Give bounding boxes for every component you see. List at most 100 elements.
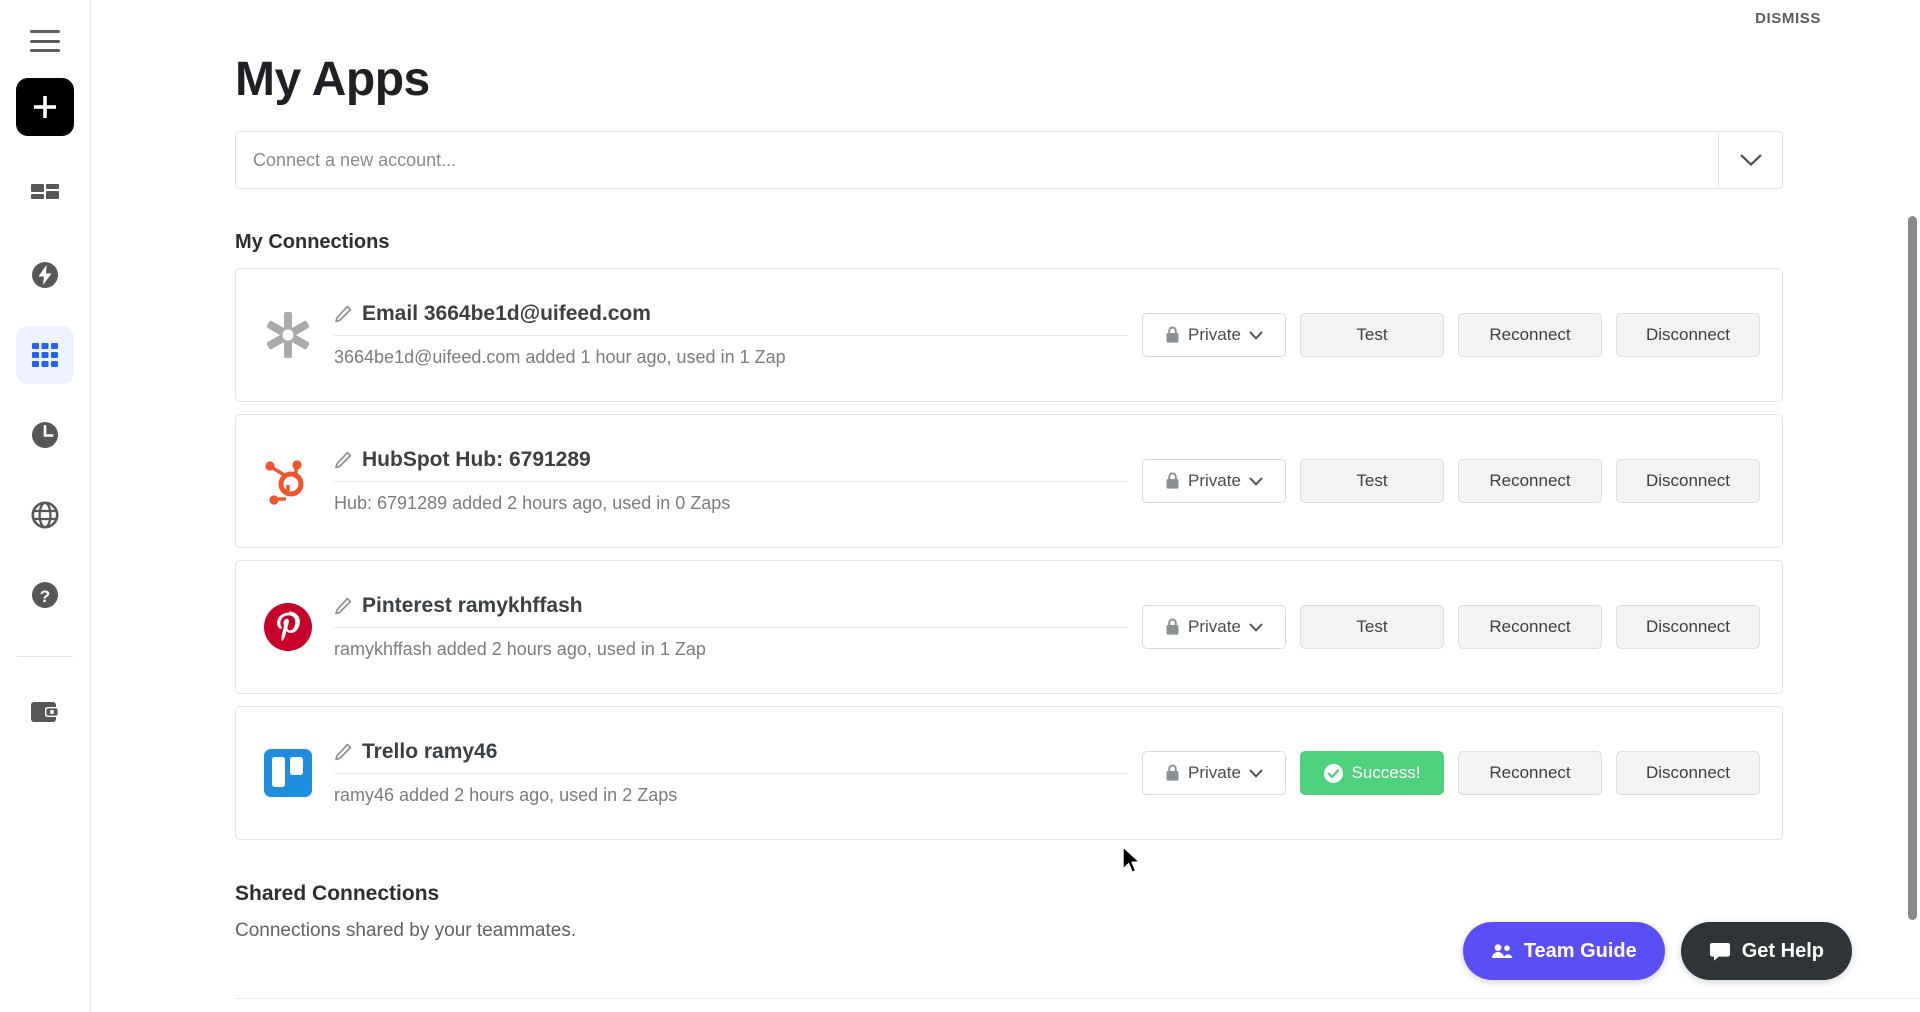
connection-actions: Private Test Reconnect Disconnect <box>1142 605 1760 649</box>
connection-actions: Private Test Reconnect Disconnect <box>1142 313 1760 357</box>
page-scrollbar-thumb[interactable] <box>1908 216 1917 920</box>
shared-connections-heading: Shared Connections <box>235 882 440 905</box>
my-connections-heading: My Connections <box>235 231 390 253</box>
check-circle-icon <box>1323 763 1343 783</box>
visibility-label: Private <box>1188 763 1241 782</box>
sidebar-item-apps[interactable] <box>16 326 74 384</box>
hamburger-menu-icon[interactable] <box>30 30 60 52</box>
connection-info: Trello ramy46 ramy46 added 2 hours ago, u… <box>334 740 1142 806</box>
edit-connection-name-button[interactable] <box>334 743 352 761</box>
connection-card: Trello ramy46 ramy46 added 2 hours ago, u… <box>235 706 1783 840</box>
reconnect-button[interactable]: Reconnect <box>1458 605 1602 649</box>
disconnect-button[interactable]: Disconnect <box>1616 751 1760 795</box>
get-help-button[interactable]: Get Help <box>1680 922 1852 980</box>
trello-icon <box>264 749 312 797</box>
pencil-icon <box>335 305 352 323</box>
get-help-label: Get Help <box>1741 939 1824 962</box>
connection-info: Email 3664be1d@uifeed.com 3664be1d@uifeed… <box>334 302 1142 368</box>
reconnect-button-label: Reconnect <box>1489 617 1571 636</box>
page-scrollbar-track[interactable] <box>1904 0 1920 1012</box>
zap-bolt-icon <box>32 262 58 288</box>
people-icon <box>1491 944 1513 958</box>
connection-title-row: Pinterest ramykhffash <box>334 594 1128 628</box>
test-button[interactable]: Test <box>1300 459 1444 503</box>
connection-title: Email 3664be1d@uifeed.com <box>362 302 651 325</box>
visibility-dropdown[interactable]: Private <box>1142 751 1286 795</box>
connection-app-icon <box>260 307 316 363</box>
visibility-label: Private <box>1188 325 1241 344</box>
pencil-icon <box>335 451 352 469</box>
connect-new-account-placeholder: Connect a new account... <box>253 149 457 170</box>
sidebar-divider <box>17 656 73 657</box>
main-content: DISMISS My Apps Connect a new account...… <box>91 0 1920 1012</box>
connection-title: Pinterest ramykhffash <box>362 594 583 617</box>
disconnect-button-label: Disconnect <box>1645 325 1731 344</box>
lock-icon <box>1166 472 1179 489</box>
reconnect-button[interactable]: Reconnect <box>1458 313 1602 357</box>
reconnect-button[interactable]: Reconnect <box>1458 751 1602 795</box>
connection-subtitle: 3664be1d@uifeed.com added 1 hour ago, us… <box>334 347 786 367</box>
visibility-dropdown[interactable]: Private <box>1142 459 1286 503</box>
page-title: My Apps <box>235 53 430 106</box>
chevron-down-icon <box>1249 622 1263 632</box>
connection-app-icon <box>260 453 316 509</box>
connect-new-account-caret[interactable] <box>1718 132 1782 188</box>
disconnect-button[interactable]: Disconnect <box>1616 605 1760 649</box>
reconnect-button[interactable]: Reconnect <box>1458 459 1602 503</box>
connection-app-icon <box>260 745 316 801</box>
connection-subtitle: ramy46 added 2 hours ago, used in 2 Zaps <box>334 785 678 805</box>
edit-connection-name-button[interactable] <box>334 597 352 615</box>
connect-new-account-select[interactable]: Connect a new account... <box>235 131 1783 189</box>
visibility-dropdown[interactable]: Private <box>1142 605 1286 649</box>
reconnect-button-label: Reconnect <box>1489 471 1571 490</box>
connection-actions: Private Test Reconnect Disconnect <box>1142 459 1760 503</box>
lock-icon <box>1166 326 1179 343</box>
connection-subtitle: Hub: 6791289 added 2 hours ago, used in … <box>334 493 731 513</box>
connection-subtitle: ramykhffash added 2 hours ago, used in 1… <box>334 639 706 659</box>
wallet-icon <box>31 702 59 722</box>
team-guide-button[interactable]: Team Guide <box>1462 922 1665 980</box>
app-root: ? DISMISS My Apps Connect a new account.… <box>0 0 1920 1012</box>
disconnect-button[interactable]: Disconnect <box>1616 459 1760 503</box>
create-zap-button[interactable] <box>16 78 74 136</box>
reconnect-button-label: Reconnect <box>1489 325 1571 344</box>
page-content: My Apps Connect a new account... My Conn… <box>91 0 1920 942</box>
connection-card: HubSpot Hub: 6791289 Hub: 6791289 added 2… <box>235 414 1783 548</box>
connection-card: Pinterest ramykhffash ramykhffash added 2… <box>235 560 1783 694</box>
help-question-icon: ? <box>32 582 58 608</box>
connection-title-row: HubSpot Hub: 6791289 <box>334 448 1128 482</box>
sidebar-item-history[interactable] <box>16 406 74 464</box>
connection-info: Pinterest ramykhffash ramykhffash added 2… <box>334 594 1142 660</box>
chevron-down-icon <box>1249 476 1263 486</box>
disconnect-button-label: Disconnect <box>1645 471 1731 490</box>
chat-bubble-icon <box>1709 942 1730 961</box>
visibility-label: Private <box>1188 471 1241 490</box>
test-button[interactable]: Test <box>1300 605 1444 649</box>
reconnect-button-label: Reconnect <box>1489 763 1571 782</box>
left-nav-rail: ? <box>0 0 91 1012</box>
chevron-down-icon <box>1249 768 1263 778</box>
connection-title-row: Email 3664be1d@uifeed.com <box>334 302 1128 336</box>
visibility-label: Private <box>1188 617 1241 636</box>
sidebar-item-zaps[interactable] <box>16 246 74 304</box>
edit-connection-name-button[interactable] <box>334 305 352 323</box>
test-button[interactable]: Success! <box>1300 751 1444 795</box>
dismiss-button[interactable]: DISMISS <box>1751 4 1825 33</box>
sidebar-item-billing[interactable] <box>16 683 74 741</box>
disconnect-button[interactable]: Disconnect <box>1616 313 1760 357</box>
lock-icon <box>1166 764 1179 781</box>
disconnect-button-label: Disconnect <box>1645 763 1731 782</box>
lock-icon <box>1166 618 1179 635</box>
edit-connection-name-button[interactable] <box>334 451 352 469</box>
test-button-label: Success! <box>1351 763 1421 782</box>
email-asterisk-icon <box>266 312 310 358</box>
sidebar-item-dashboard[interactable] <box>16 166 74 224</box>
connection-info: HubSpot Hub: 6791289 Hub: 6791289 added 2… <box>334 448 1142 514</box>
test-button-label: Test <box>1356 617 1388 636</box>
sidebar-item-help[interactable]: ? <box>16 566 74 624</box>
test-button-label: Test <box>1356 325 1388 344</box>
visibility-dropdown[interactable]: Private <box>1142 313 1286 357</box>
test-button[interactable]: Test <box>1300 313 1444 357</box>
sidebar-item-explore[interactable] <box>16 486 74 544</box>
pencil-icon <box>335 597 352 615</box>
